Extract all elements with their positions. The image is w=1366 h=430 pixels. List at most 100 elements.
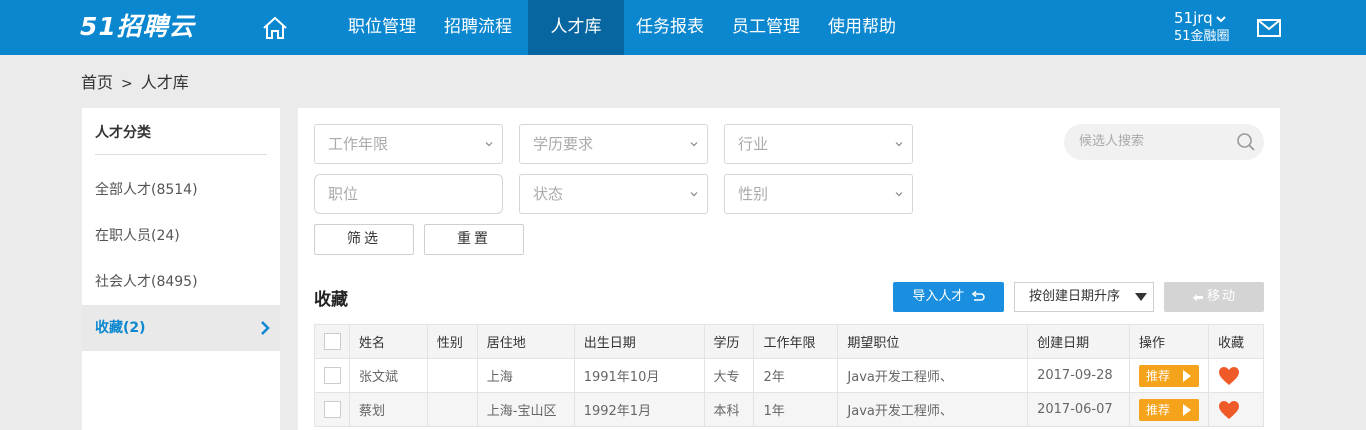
recommend-button[interactable]: 推荐	[1139, 364, 1200, 387]
heart-icon[interactable]	[1218, 366, 1240, 386]
row-select-cell	[314, 392, 350, 427]
search-icon[interactable]	[1236, 132, 1256, 152]
user-menu[interactable]: 51jrq 51金融圈	[1174, 8, 1230, 45]
col-name: 姓名	[348, 324, 428, 359]
cell-birth: 1992年1月	[573, 392, 705, 427]
row-checkbox[interactable]	[324, 401, 341, 418]
education-select[interactable]: 学历要求	[519, 124, 708, 164]
move-label: 移动	[1206, 289, 1237, 304]
table-header-row: 姓名 性别 居住地 出生日期 学历 工作年限 期望职位 创建日期 操作 收藏	[314, 324, 1264, 359]
cell-action: 推荐	[1129, 392, 1209, 427]
chevron-down-icon	[690, 192, 698, 197]
industry-select[interactable]: 行业	[724, 124, 913, 164]
chevron-down-icon	[690, 142, 698, 147]
search-placeholder: 候选人搜索	[1079, 134, 1145, 149]
sort-select[interactable]: 按创建日期升序	[1014, 282, 1154, 312]
cell-work-years: 1年	[753, 392, 839, 427]
sidebar-divider	[95, 154, 267, 155]
sidebar-title: 人才分类	[95, 125, 151, 141]
nav-job-management[interactable]: 职位管理	[334, 0, 430, 55]
sidebar-item-favorites[interactable]: 收藏(2)	[82, 305, 280, 351]
cell-created-date: 2017-06-07	[1027, 392, 1131, 427]
cell-location: 上海-宝山区	[476, 392, 575, 427]
cell-gender	[426, 358, 478, 393]
chevron-down-icon	[1215, 15, 1226, 22]
industry-placeholder: 行业	[738, 135, 769, 153]
gender-select[interactable]: 性别	[724, 174, 913, 214]
sort-label: 按创建日期升序	[1029, 289, 1121, 304]
cell-created-date: 2017-09-28	[1027, 358, 1131, 393]
play-icon	[1183, 369, 1192, 382]
col-birth: 出生日期	[573, 324, 705, 359]
status-placeholder: 状态	[533, 185, 564, 203]
top-navigation-bar: 51招聘云 职位管理 招聘流程 人才库 任务报表 员工管理 使用帮助 51jrq…	[0, 0, 1366, 55]
sidebar-item-all[interactable]: 全部人才(8514)	[82, 167, 280, 213]
work-years-select[interactable]: 工作年限	[314, 124, 503, 164]
candidate-search-input[interactable]: 候选人搜索	[1064, 124, 1264, 160]
sidebar-item-social[interactable]: 社会人才(8495)	[82, 259, 280, 305]
breadcrumb: 首页 > 人才库	[81, 72, 189, 94]
import-talent-button[interactable]: 导入人才	[893, 282, 1004, 312]
recommend-label: 推荐	[1146, 368, 1171, 383]
col-work-years: 工作年限	[753, 324, 839, 359]
breadcrumb-current: 人才库	[140, 73, 189, 92]
user-name-row: 51jrq	[1174, 8, 1230, 28]
cell-action: 推荐	[1129, 358, 1209, 393]
work-years-placeholder: 工作年限	[328, 135, 389, 153]
select-all-checkbox[interactable]	[324, 333, 341, 350]
nav-recruit-process[interactable]: 招聘流程	[430, 0, 526, 55]
sidebar-item-employed[interactable]: 在职人员(24)	[82, 213, 280, 259]
col-created-date: 创建日期	[1027, 324, 1131, 359]
logo[interactable]: 51招聘云	[80, 12, 195, 42]
col-expected-position: 期望职位	[837, 324, 1029, 359]
chevron-down-icon	[895, 142, 903, 147]
caret-down-icon	[1135, 293, 1147, 301]
breadcrumb-separator: >	[121, 76, 133, 92]
heart-icon[interactable]	[1218, 400, 1240, 420]
cell-name[interactable]: 蔡划	[348, 392, 428, 427]
chevron-right-icon	[261, 321, 270, 335]
play-icon	[1183, 403, 1192, 416]
table-row[interactable]: 张文斌 上海 1991年10月 大专 2年 Java开发工程师、 2017-09…	[314, 358, 1264, 393]
cell-education: 大专	[703, 358, 755, 393]
select-all-cell	[314, 324, 350, 359]
gender-placeholder: 性别	[738, 185, 769, 203]
position-placeholder: 职位	[328, 185, 359, 203]
nav-task-report[interactable]: 任务报表	[622, 0, 718, 55]
sidebar-item-label: 收藏(2)	[95, 320, 146, 336]
main-panel: 工作年限 学历要求 行业 职位 状态 性别 候选人搜索 筛选 重置 收藏 导入人…	[298, 108, 1280, 430]
cell-work-years: 2年	[753, 358, 839, 393]
col-favorite: 收藏	[1208, 324, 1264, 359]
category-sidebar: 人才分类 全部人才(8514) 在职人员(24) 社会人才(8495) 收藏(2…	[82, 108, 280, 430]
col-action: 操作	[1129, 324, 1209, 359]
position-input[interactable]: 职位	[314, 174, 503, 214]
cell-favorite	[1208, 392, 1264, 427]
mail-icon[interactable]	[1257, 19, 1281, 37]
cell-gender	[426, 392, 478, 427]
breadcrumb-home[interactable]: 首页	[81, 73, 113, 92]
education-placeholder: 学历要求	[533, 135, 594, 153]
home-icon[interactable]	[262, 16, 288, 40]
col-education: 学历	[703, 324, 755, 359]
user-name: 51jrq	[1174, 9, 1213, 27]
recommend-button[interactable]: 推荐	[1139, 398, 1200, 421]
reset-button[interactable]: 重置	[424, 224, 524, 255]
nav-staff-management[interactable]: 员工管理	[718, 0, 814, 55]
cell-favorite	[1208, 358, 1264, 393]
cell-name[interactable]: 张文斌	[348, 358, 428, 393]
nav-help[interactable]: 使用帮助	[814, 0, 910, 55]
move-icon	[1192, 293, 1203, 301]
filter-button[interactable]: 筛选	[314, 224, 414, 255]
table-row[interactable]: 蔡划 上海-宝山区 1992年1月 本科 1年 Java开发工程师、 2017-…	[314, 392, 1264, 427]
row-checkbox[interactable]	[324, 367, 341, 384]
nav-talent-pool[interactable]: 人才库	[528, 0, 624, 55]
status-select[interactable]: 状态	[519, 174, 708, 214]
return-arrow-icon	[971, 290, 985, 301]
move-button[interactable]: 移动	[1164, 282, 1264, 312]
col-gender: 性别	[426, 324, 478, 359]
cell-location: 上海	[476, 358, 575, 393]
col-location: 居住地	[476, 324, 575, 359]
row-select-cell	[314, 358, 350, 393]
list-title: 收藏	[314, 290, 348, 310]
cell-expected-position: Java开发工程师、	[837, 358, 1029, 393]
